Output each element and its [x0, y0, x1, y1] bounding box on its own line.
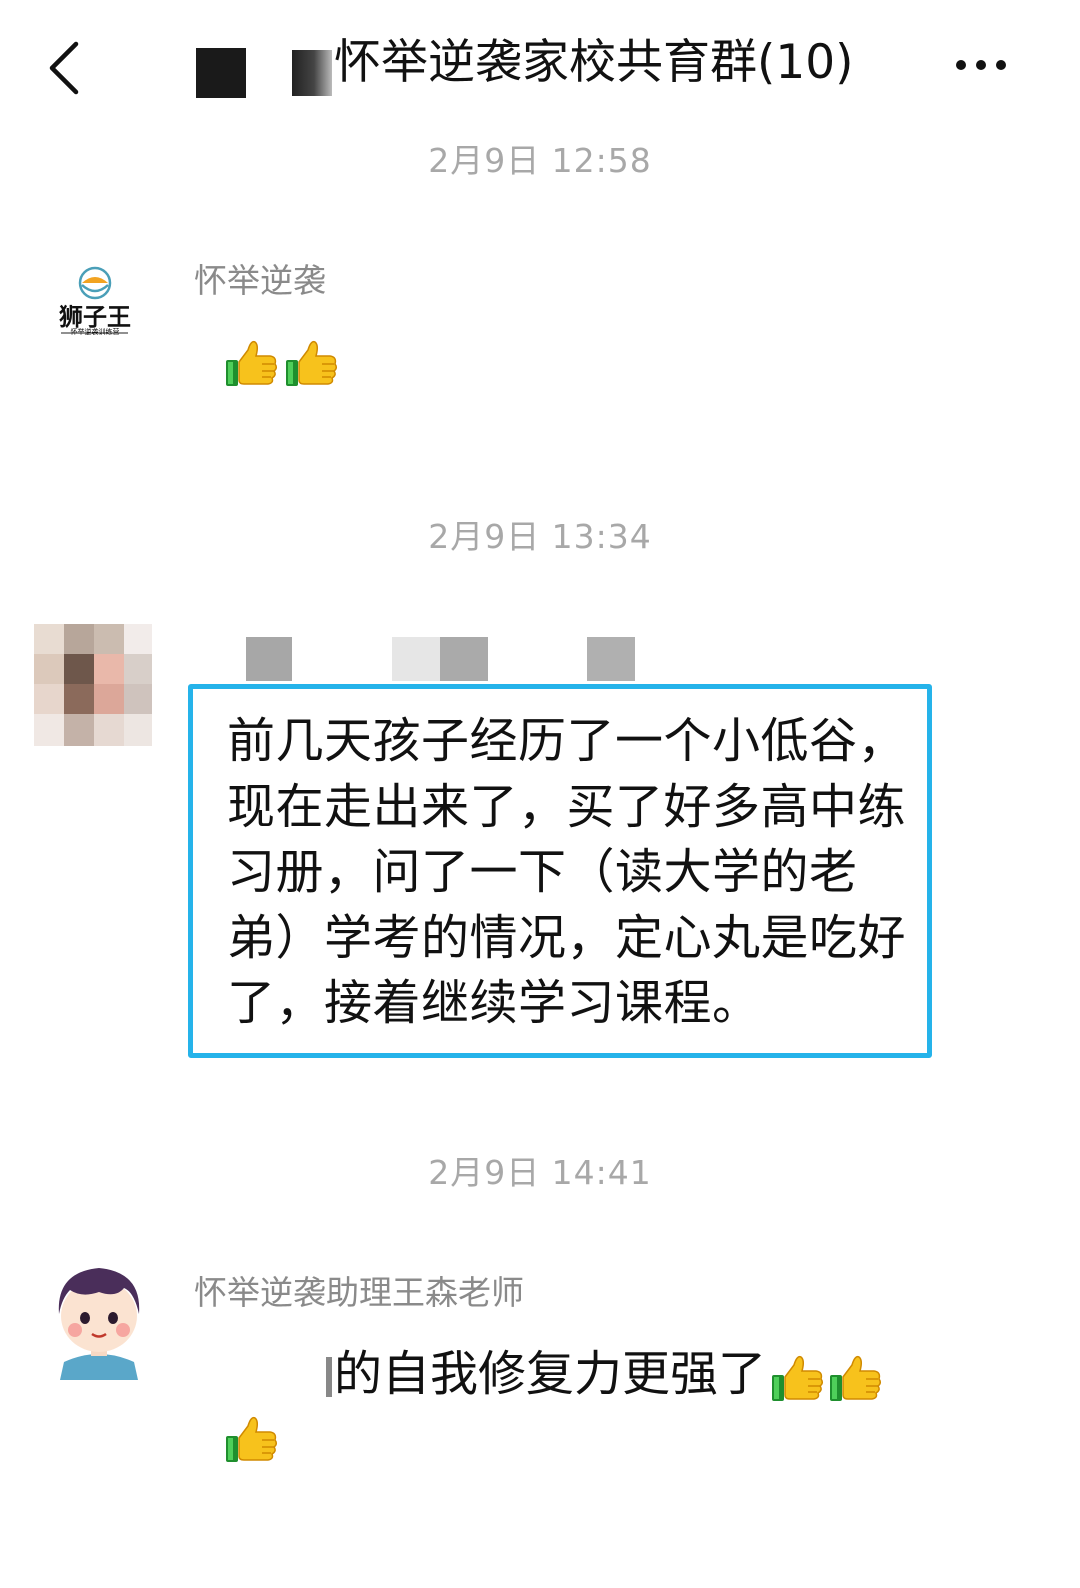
redacted-sender-name [392, 637, 440, 681]
redacted-mark [196, 48, 246, 98]
more-dots-icon [956, 60, 966, 70]
chevron-left-icon [49, 41, 79, 95]
avatar[interactable] [34, 624, 152, 746]
avatar[interactable] [46, 1258, 152, 1380]
back-button[interactable] [44, 38, 94, 98]
timestamp: 2月9日 13:34 [428, 517, 652, 556]
cartoon-boy-avatar-icon [58, 1268, 140, 1380]
redacted-sender-name [246, 637, 292, 681]
redacted-sender-name [440, 637, 488, 681]
message-content[interactable] [224, 1410, 280, 1466]
thumbs-up-icon [770, 1349, 826, 1405]
redacted-sender-name [587, 637, 635, 681]
truncated-text-mark [326, 1357, 332, 1397]
thumbs-up-icon [224, 334, 280, 390]
message-text: 前几天孩子经历了一个小低谷，现在走出来了，买了好多高中练习册，问了一下（读大学的… [227, 713, 907, 1031]
sender-name: 怀举逆袭助理王森老师 [194, 1273, 524, 1312]
chat-title: 怀举逆袭家校共育群(10) [334, 35, 854, 90]
pixelated-avatar-icon [34, 624, 152, 746]
timestamp: 2月9日 12:58 [428, 141, 652, 180]
avatar-logo-subtext: 怀举逆袭训练营 [70, 328, 120, 336]
redacted-mark [292, 50, 332, 96]
thumbs-up-icon [224, 1410, 280, 1466]
timestamp: 2月9日 14:41 [428, 1153, 652, 1192]
message-content[interactable]: 的自我修复力更强了 [326, 1344, 884, 1405]
thumbs-up-icon [284, 334, 340, 390]
avatar[interactable]: 狮子王 怀举逆袭训练营 [36, 255, 154, 375]
message-text: 的自我修复力更强了 [334, 1346, 767, 1402]
more-button[interactable] [948, 45, 1014, 85]
chat-header: 怀举逆袭家校共育群(10) [0, 0, 1080, 120]
thumbs-up-icon [828, 1349, 884, 1405]
highlighted-message-bubble[interactable]: 前几天孩子经历了一个小低谷，现在走出来了，买了好多高中练习册，问了一下（读大学的… [188, 684, 932, 1058]
sender-name: 怀举逆袭 [194, 261, 326, 300]
message-content[interactable] [224, 334, 340, 390]
